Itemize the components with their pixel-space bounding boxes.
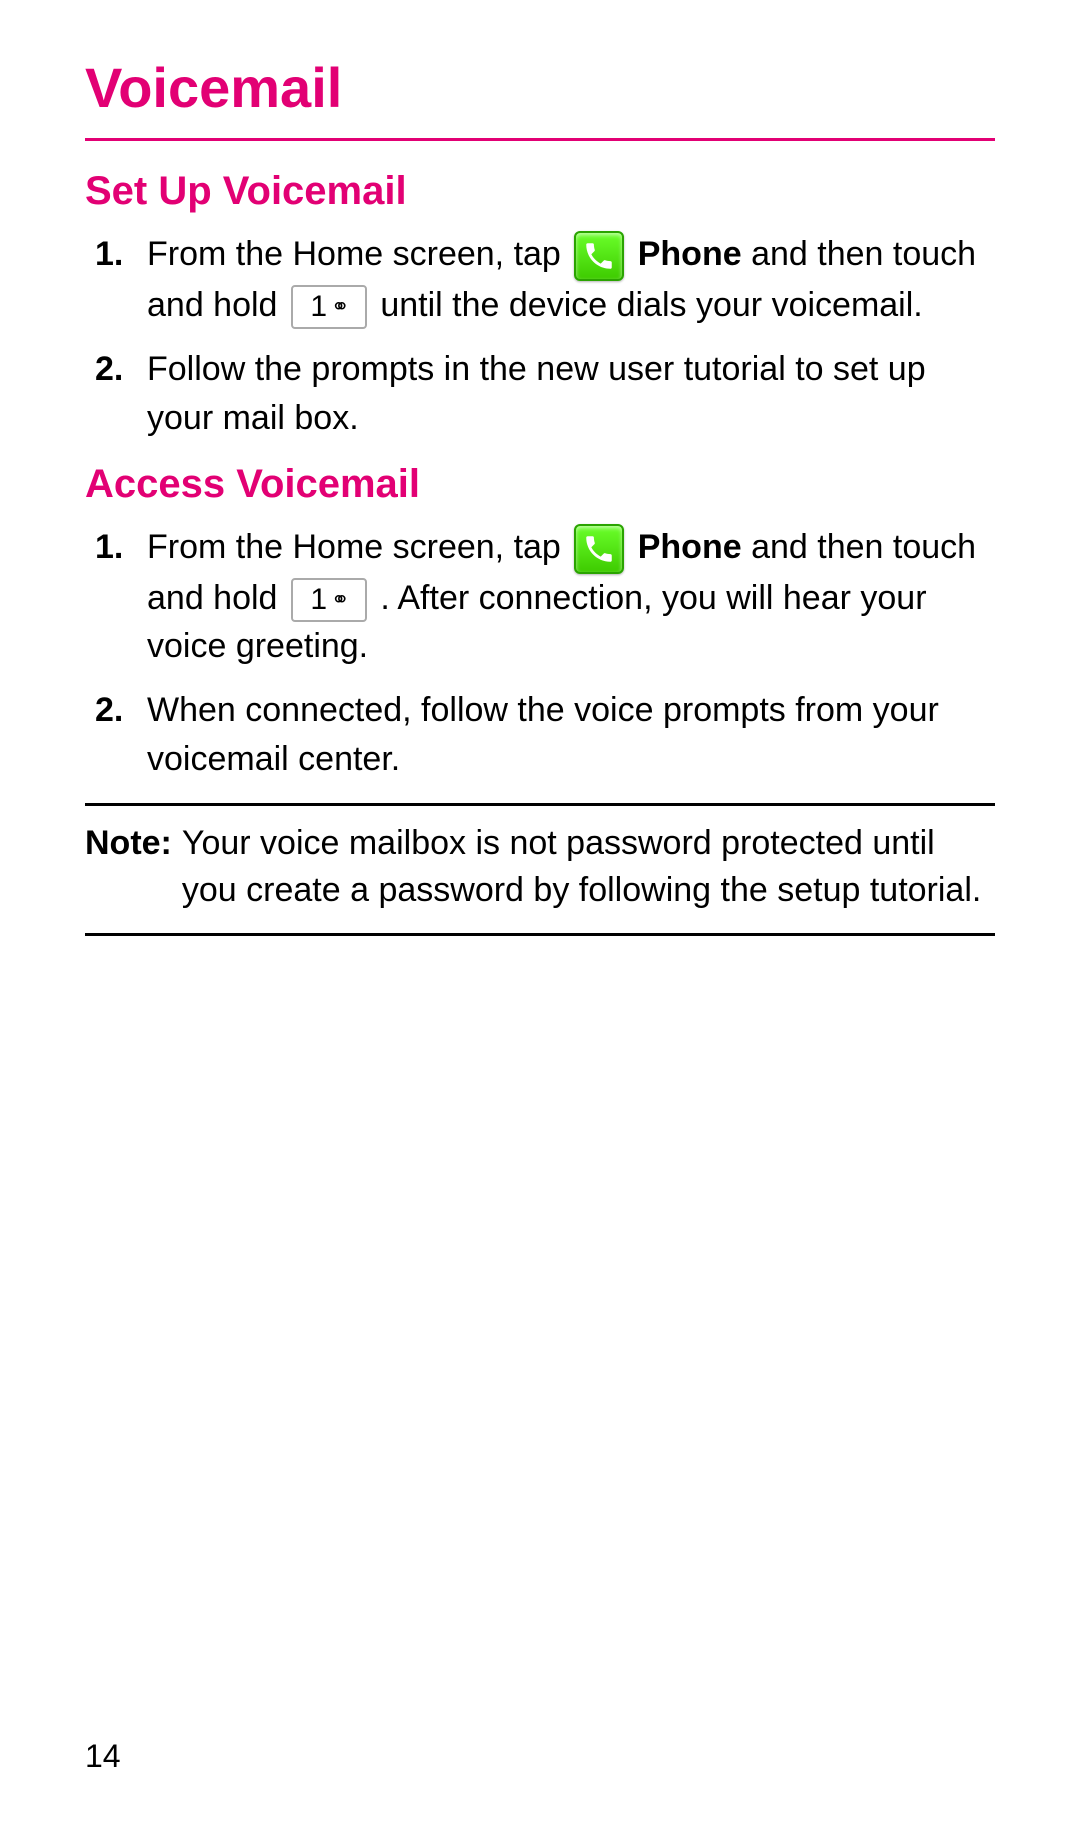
voicemail-glyph: ⚭ [331, 589, 347, 611]
voicemail-glyph: ⚭ [331, 296, 347, 318]
page-title: Voicemail [85, 55, 995, 120]
phone-label: Phone [638, 528, 742, 566]
note-text: Your voice mailbox is not password prote… [182, 820, 995, 915]
key-1-voicemail-icon: 1 ⚭ [291, 578, 367, 622]
access-steps-list: From the Home screen, tap Phone and then… [85, 523, 995, 783]
setup-steps-list: From the Home screen, tap Phone and then… [85, 230, 995, 442]
step-text: From the Home screen, tap [147, 235, 570, 273]
setup-step-2: Follow the prompts in the new user tutor… [147, 345, 995, 442]
title-divider [85, 138, 995, 141]
step-text: When connected, follow the voice prompts… [147, 691, 939, 777]
note-label: Note: [85, 820, 182, 915]
phone-icon [574, 231, 624, 281]
access-step-2: When connected, follow the voice prompts… [147, 686, 995, 783]
key-digit: 1 [310, 585, 327, 615]
key-1-voicemail-icon: 1 ⚭ [291, 285, 367, 329]
section-heading-setup: Set Up Voicemail [85, 169, 995, 214]
phone-icon [574, 524, 624, 574]
phone-label: Phone [638, 235, 742, 273]
access-step-1: From the Home screen, tap Phone and then… [147, 523, 995, 671]
page-number: 14 [85, 1738, 121, 1775]
setup-step-1: From the Home screen, tap Phone and then… [147, 230, 995, 329]
key-digit: 1 [310, 292, 327, 322]
step-text: From the Home screen, tap [147, 528, 570, 566]
section-heading-access: Access Voicemail [85, 462, 995, 507]
note-block: Note: Your voice mailbox is not password… [85, 803, 995, 936]
step-text: Follow the prompts in the new user tutor… [147, 350, 926, 436]
step-text: until the device dials your voicemail. [380, 286, 922, 324]
